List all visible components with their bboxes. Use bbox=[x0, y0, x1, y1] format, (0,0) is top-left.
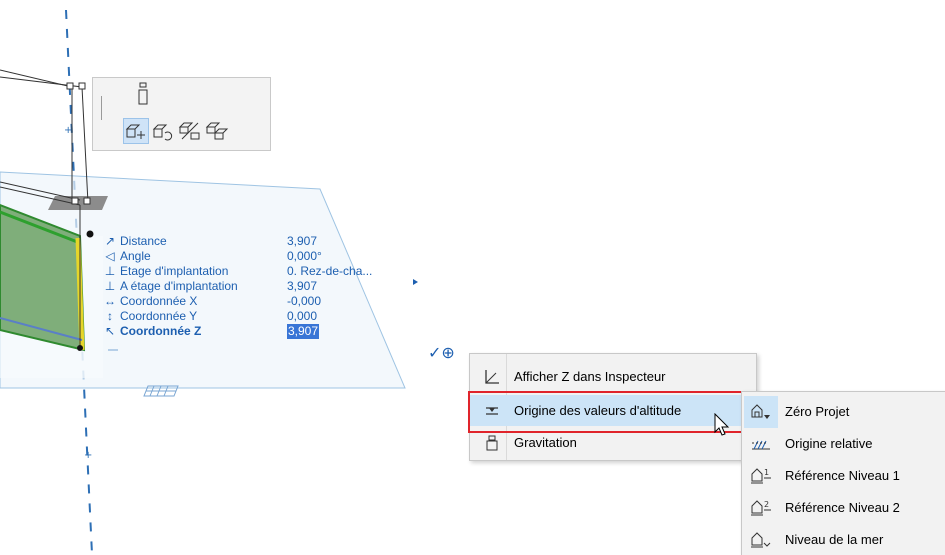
node-point[interactable] bbox=[77, 345, 83, 351]
node-point[interactable] bbox=[86, 230, 94, 238]
z-coordinate-icon: ↖ bbox=[104, 324, 116, 338]
submenu-item-label: Niveau de la mer bbox=[785, 532, 884, 547]
dropdown-arrow-icon[interactable] bbox=[413, 279, 418, 285]
submenu-item-project-zero[interactable]: Zéro Projet bbox=[742, 396, 945, 427]
submenu-item-label: Origine relative bbox=[785, 436, 873, 451]
to-home-story-value[interactable]: 3,907 bbox=[287, 279, 317, 294]
svg-text:1: 1 bbox=[764, 468, 769, 477]
highlight-frame bbox=[468, 391, 748, 433]
gravity-icon bbox=[480, 433, 504, 453]
menu-item-label: Gravitation bbox=[514, 435, 577, 450]
tracker-label: Coordonnée X bbox=[120, 294, 198, 308]
tracker-label: Etage d'implantation bbox=[120, 264, 229, 278]
submenu-item-relative-origin[interactable]: Origine relative bbox=[742, 428, 945, 459]
angle-icon: ◁ bbox=[105, 249, 115, 263]
elevation-origin-submenu: Zéro Projet Origine relative 1 Référence… bbox=[741, 391, 945, 555]
submenu-item-reference-level-2[interactable]: 2 Référence Niveau 2 bbox=[742, 492, 945, 523]
relative-origin-icon bbox=[749, 434, 773, 454]
stretch-height-icon bbox=[138, 82, 148, 105]
rotate-button[interactable] bbox=[150, 118, 176, 144]
submenu-item-label: Référence Niveau 2 bbox=[785, 500, 900, 515]
node-handle[interactable] bbox=[71, 197, 79, 205]
menu-item-show-z-in-inspector[interactable]: Afficher Z dans Inspecteur bbox=[470, 361, 756, 392]
stretch-height-button[interactable] bbox=[130, 82, 156, 108]
submenu-item-label: Zéro Projet bbox=[785, 404, 850, 419]
move-icon bbox=[125, 124, 145, 139]
tracker-label: Coordonnée Y bbox=[120, 309, 198, 323]
elevate-button[interactable] bbox=[204, 118, 230, 144]
node-handle[interactable] bbox=[83, 197, 91, 205]
rotate-icon bbox=[152, 124, 173, 141]
submenu-item-sea-level[interactable]: Niveau de la mer bbox=[742, 524, 945, 555]
pet-palette bbox=[92, 77, 271, 151]
sea-level-icon bbox=[749, 530, 773, 550]
reference-level-1-icon: 1 bbox=[749, 466, 773, 486]
tracker-label: Distance bbox=[120, 234, 167, 248]
tracker-label: Coordonnée Z bbox=[120, 324, 202, 338]
x-coordinate-icon: ↔ bbox=[104, 294, 116, 308]
home-story-value[interactable]: 0. Rez-de-cha... bbox=[287, 264, 372, 279]
distance-icon: ↗ bbox=[104, 234, 116, 248]
svg-text:2: 2 bbox=[764, 500, 769, 509]
node-handle[interactable] bbox=[66, 82, 74, 90]
palette-divider bbox=[101, 96, 102, 120]
svg-text:+: + bbox=[84, 450, 92, 461]
menu-item-label: Afficher Z dans Inspecteur bbox=[514, 369, 666, 384]
submenu-item-label: Référence Niveau 1 bbox=[785, 468, 900, 483]
mirror-button[interactable] bbox=[177, 118, 203, 144]
home-story-icon: ⊥ bbox=[104, 264, 116, 278]
z-coordinate-input[interactable]: 3,907 bbox=[287, 324, 320, 339]
x-coordinate-value[interactable]: -0,000 bbox=[287, 294, 321, 309]
z-axis-icon bbox=[480, 367, 504, 387]
tracker-label: Angle bbox=[120, 249, 151, 263]
node-handle[interactable] bbox=[78, 82, 86, 90]
elevate-icon bbox=[205, 122, 229, 140]
tracker-label: A étage d'implantation bbox=[120, 279, 238, 293]
angle-value[interactable]: 0,000° bbox=[287, 249, 322, 264]
reference-level-2-icon: 2 bbox=[749, 498, 773, 518]
project-zero-icon bbox=[749, 402, 773, 422]
y-coordinate-value[interactable]: 0,000 bbox=[287, 309, 317, 324]
submenu-item-reference-level-1[interactable]: 1 Référence Niveau 1 bbox=[742, 460, 945, 491]
mirror-icon bbox=[178, 122, 200, 140]
move-button[interactable] bbox=[123, 118, 149, 144]
y-coordinate-icon: ↕ bbox=[107, 309, 113, 323]
to-home-story-icon: ⊥ bbox=[104, 279, 116, 293]
distance-value[interactable]: 3,907 bbox=[287, 234, 317, 249]
mouse-cursor-icon bbox=[714, 413, 730, 436]
confirm-options-button[interactable]: ✓⊕ bbox=[428, 346, 455, 362]
svg-text:+: + bbox=[64, 125, 72, 136]
